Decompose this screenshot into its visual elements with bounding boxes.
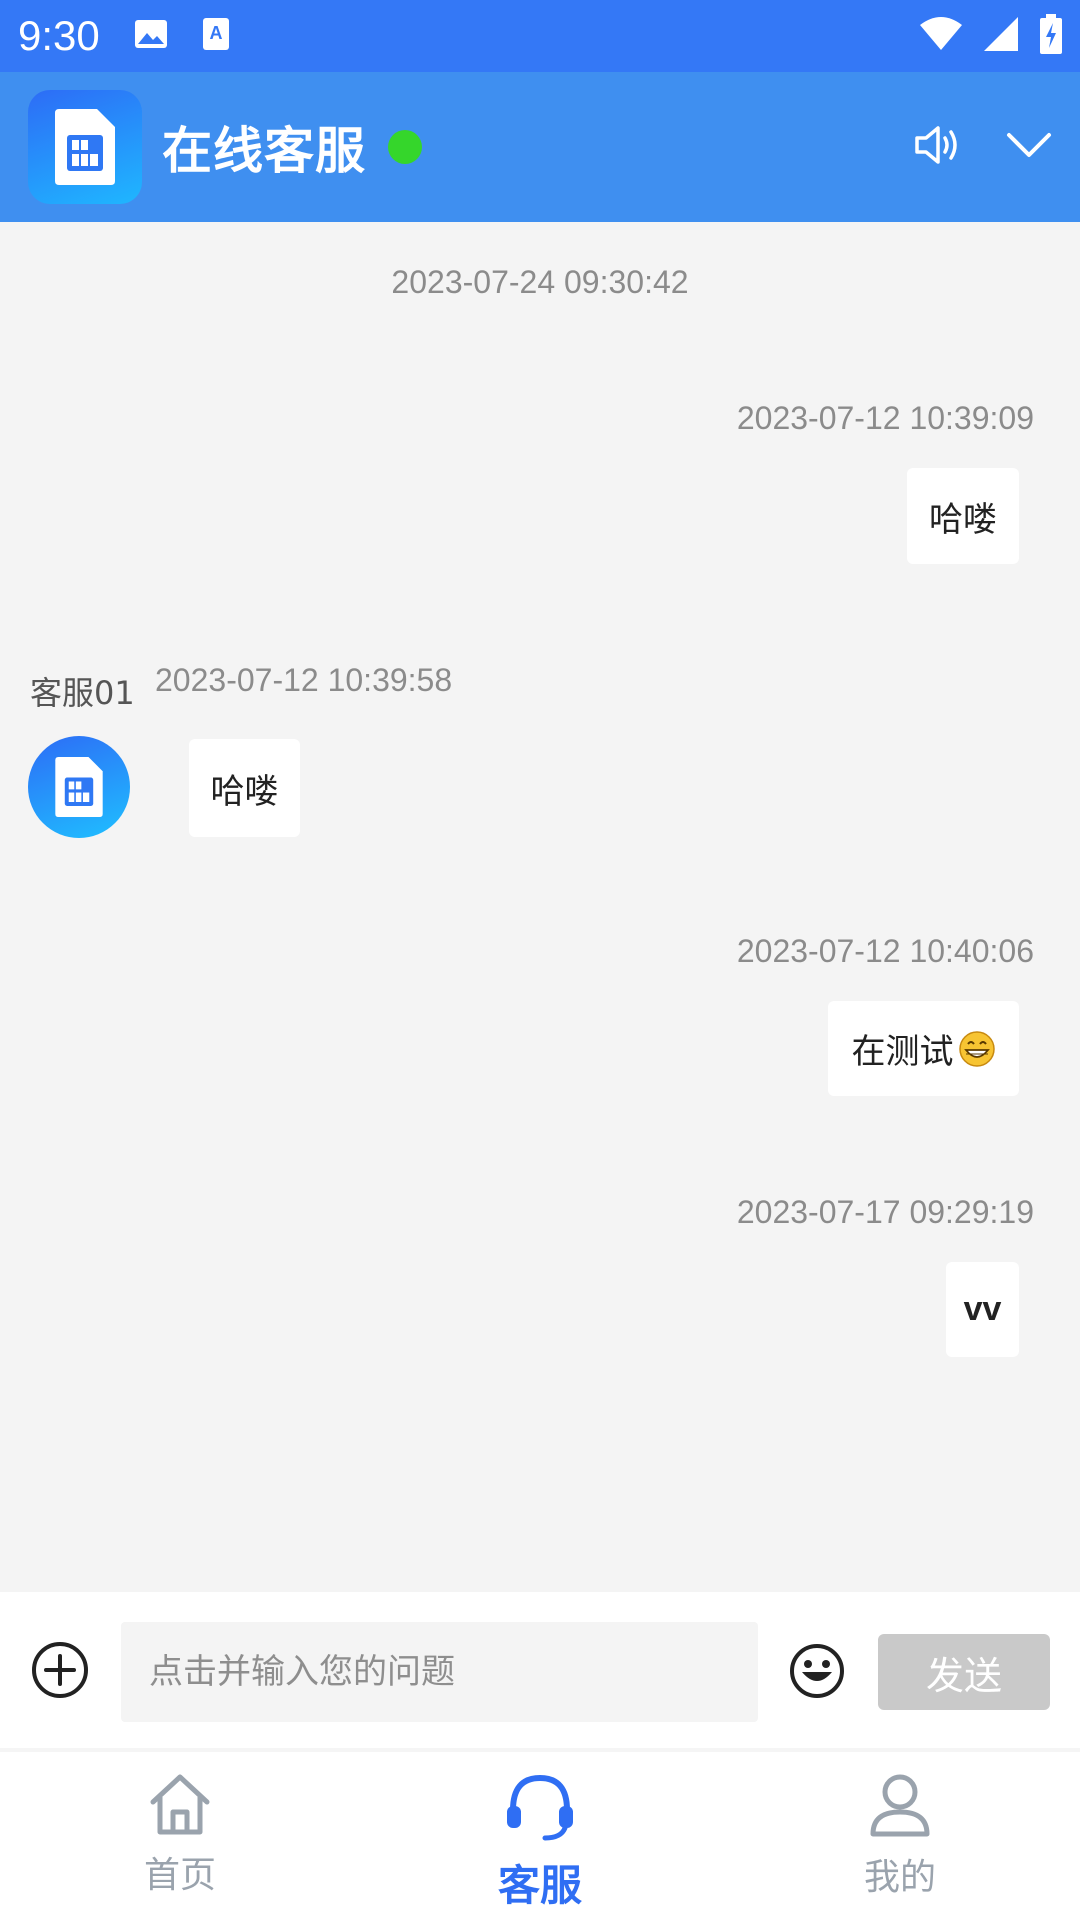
message-text: 哈喽 xyxy=(210,771,279,812)
grin-emoji-icon xyxy=(958,1030,996,1068)
chat-message-list[interactable]: 2023-07-24 09:30:42 2023-07-12 10:39:09 … xyxy=(0,222,1080,1592)
message-timestamp: 2023-07-12 10:39:09 xyxy=(736,400,1034,436)
a-notification-icon: A xyxy=(202,17,230,55)
status-time: 9:30 xyxy=(18,12,100,59)
tab-label: 客服 xyxy=(497,1861,582,1910)
message-text: vv xyxy=(963,1290,1002,1328)
incoming-message-bubble[interactable]: 哈喽 xyxy=(189,739,300,837)
page-title: 在线客服 xyxy=(162,122,366,180)
emoji-button[interactable] xyxy=(788,1642,846,1704)
home-icon xyxy=(147,1772,213,1840)
outgoing-message-bubble[interactable]: 在测试 xyxy=(828,1001,1019,1096)
headset-icon xyxy=(503,1772,577,1846)
tab-label: 首页 xyxy=(143,1855,216,1896)
tab-home[interactable]: 首页 xyxy=(0,1752,360,1920)
message-input-bar: 发送 xyxy=(0,1592,1080,1748)
image-icon xyxy=(134,19,168,53)
message-timestamp: 2023-07-12 10:39:58 xyxy=(155,662,453,698)
signal-icon xyxy=(984,17,1018,55)
message-timestamp: 2023-07-12 10:40:06 xyxy=(736,933,1034,969)
tab-customer-service[interactable]: 客服 xyxy=(360,1752,720,1920)
outgoing-message-bubble[interactable]: 哈喽 xyxy=(907,468,1019,564)
chat-header: 在线客服 xyxy=(0,72,1080,222)
system-timestamp: 2023-07-24 09:30:42 xyxy=(391,264,689,300)
wifi-icon xyxy=(920,17,962,55)
agent-avatar xyxy=(28,736,130,838)
battery-icon xyxy=(1040,14,1062,58)
user-icon xyxy=(868,1772,932,1842)
send-button[interactable]: 发送 xyxy=(878,1634,1050,1710)
chevron-down-icon[interactable] xyxy=(1006,131,1052,163)
message-text: 哈喽 xyxy=(929,499,997,540)
message-input[interactable] xyxy=(121,1622,758,1722)
bottom-tab-bar: 首页 客服 我的 xyxy=(0,1752,1080,1920)
online-status-dot xyxy=(388,130,422,164)
add-attachment-button[interactable] xyxy=(30,1640,90,1704)
svg-text:A: A xyxy=(209,23,222,43)
message-text: 在测试 xyxy=(851,1032,954,1072)
app-logo xyxy=(28,90,142,204)
speaker-icon[interactable] xyxy=(914,125,962,169)
agent-name: 客服01 xyxy=(30,674,135,712)
status-bar: 9:30 A xyxy=(0,0,1080,72)
message-timestamp: 2023-07-17 09:29:19 xyxy=(736,1194,1034,1230)
tab-label: 我的 xyxy=(863,1857,936,1898)
tab-profile[interactable]: 我的 xyxy=(720,1752,1080,1920)
outgoing-message-bubble[interactable]: vv xyxy=(946,1262,1019,1357)
